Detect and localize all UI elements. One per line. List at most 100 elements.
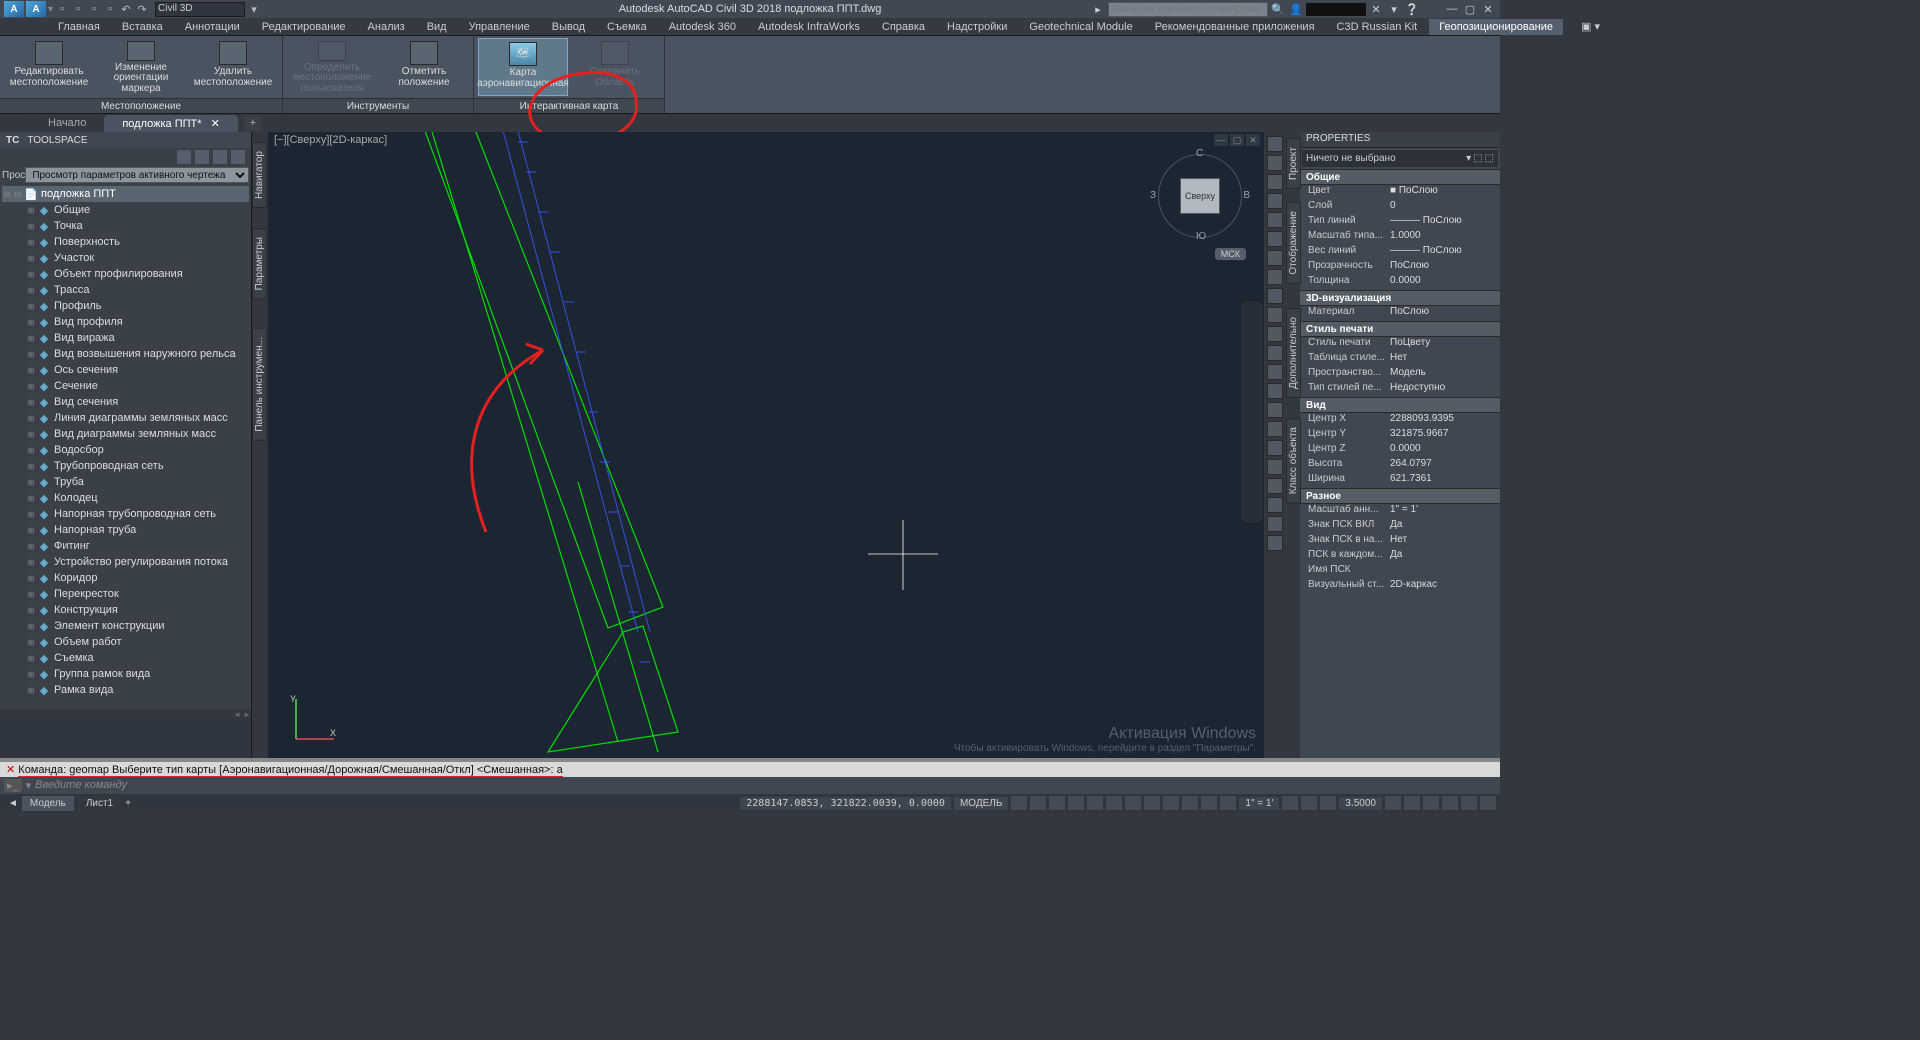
rt-icon[interactable]	[1267, 155, 1283, 171]
side-tab-navigator[interactable]: Навигатор	[252, 142, 267, 208]
ribbon-button[interactable]: 🗺Карта аэронавигационная	[478, 38, 568, 96]
prop-value[interactable]: 621.7361	[1386, 473, 1500, 488]
tree-item[interactable]: ⊞◆Линия диаграммы земляных масс	[2, 410, 249, 426]
prop-section-header[interactable]: 3D-визуализация	[1300, 290, 1500, 306]
rt-icon[interactable]	[1267, 364, 1283, 380]
viewcube[interactable]: Сверху С Ю В З	[1156, 150, 1246, 240]
prop-row[interactable]: Вес линий——— ПоСлою	[1300, 245, 1500, 260]
open-icon[interactable]: ▫	[71, 2, 85, 16]
sb-btn[interactable]	[1461, 796, 1477, 810]
prop-row[interactable]: Тип стилей пе...Недоступно	[1300, 382, 1500, 397]
tree-item[interactable]: ⊞◆Рамка вида	[2, 682, 249, 698]
rt-icon[interactable]	[1267, 136, 1283, 152]
tree-item[interactable]: ⊞◆Колодец	[2, 490, 249, 506]
ribbon-tab[interactable]: Вывод	[542, 19, 595, 35]
sb-btn[interactable]	[1049, 796, 1065, 810]
prop-value[interactable]: 1" = 1'	[1386, 504, 1500, 519]
prop-value[interactable]: 1.0000	[1386, 230, 1500, 245]
prop-value[interactable]: 0.0000	[1386, 443, 1500, 458]
tree-item[interactable]: ⊞◆Водосбор	[2, 442, 249, 458]
prop-value[interactable]: ПоСлою	[1386, 260, 1500, 275]
ribbon-minimize[interactable]: ▣ ▾	[1571, 18, 1610, 35]
command-input-row[interactable]: ▸_ ▾ Введите команду	[0, 777, 1500, 794]
tree-item[interactable]: ⊞◆Ось сечения	[2, 362, 249, 378]
tree-item[interactable]: ⊞◆Трасса	[2, 282, 249, 298]
new-icon[interactable]: ▫	[55, 2, 69, 16]
tree-item[interactable]: ⊞◆Элемент конструкции	[2, 618, 249, 634]
sb-scale[interactable]: 1" = 1'	[1239, 797, 1279, 810]
prop-value[interactable]: ■ ПоСлою	[1386, 185, 1500, 200]
sb-btn[interactable]	[1106, 796, 1122, 810]
search-icon[interactable]: 🔍	[1270, 2, 1286, 16]
tree-item[interactable]: ⊞◆Вид виража	[2, 330, 249, 346]
ribbon-tab[interactable]: Geotechnical Module	[1019, 19, 1142, 35]
tree-item[interactable]: ⊞◆Объект профилирования	[2, 266, 249, 282]
ribbon-tab[interactable]: Вставка	[112, 19, 173, 35]
signin-name[interactable]	[1306, 3, 1366, 16]
maximize-icon[interactable]: ▢	[1462, 2, 1478, 16]
rt-icon[interactable]	[1267, 193, 1283, 209]
qat-more-icon[interactable]: ▾	[247, 2, 261, 16]
sb-btn[interactable]	[1423, 796, 1439, 810]
sb-btn[interactable]	[1385, 796, 1401, 810]
rt-icon[interactable]	[1267, 174, 1283, 190]
ribbon-button[interactable]: Изменение ориентации маркера	[96, 38, 186, 96]
sb-btn[interactable]	[1125, 796, 1141, 810]
rt-icon[interactable]	[1267, 307, 1283, 323]
viewcube-south[interactable]: Ю	[1196, 231, 1206, 242]
prop-tab-class[interactable]: Класс объекта	[1286, 418, 1301, 503]
prop-row[interactable]: Знак ПСК ВКЛДа	[1300, 519, 1500, 534]
prop-row[interactable]: Слой0	[1300, 200, 1500, 215]
rt-icon[interactable]	[1267, 497, 1283, 513]
prop-row[interactable]: Центр X2288093.9395	[1300, 413, 1500, 428]
layout-tab[interactable]: Лист1	[78, 796, 121, 811]
prop-row[interactable]: Цвет■ ПоСлою	[1300, 185, 1500, 200]
tree-item[interactable]: ⊞◆Вид сечения	[2, 394, 249, 410]
rt-icon[interactable]	[1267, 516, 1283, 532]
tree-item[interactable]: ⊞◆Коридор	[2, 570, 249, 586]
tree-item[interactable]: ⊞◆Съемка	[2, 650, 249, 666]
document-tab[interactable]: подложка ППТ* ✕	[104, 115, 237, 132]
prop-value[interactable]: ——— ПоСлою	[1386, 245, 1500, 260]
minimize-icon[interactable]: —	[1444, 2, 1460, 16]
sb-customize-icon[interactable]	[1480, 796, 1496, 810]
sb-btn[interactable]	[1404, 796, 1420, 810]
rt-icon[interactable]	[1267, 345, 1283, 361]
model-tab[interactable]: Модель	[22, 796, 74, 811]
prop-tab-display[interactable]: Отображение	[1286, 202, 1301, 284]
prop-value[interactable]: Нет	[1386, 352, 1500, 367]
exchange-icon[interactable]: ✕	[1368, 2, 1384, 16]
app-menu-arrow[interactable]: ▾	[48, 4, 53, 15]
prop-value[interactable]: 0	[1386, 200, 1500, 215]
sb-btn[interactable]	[1320, 796, 1336, 810]
sb-btn[interactable]	[1144, 796, 1160, 810]
layout-prev-icon[interactable]: ◄	[8, 798, 18, 809]
ribbon-button[interactable]: Отметить положение	[379, 38, 469, 96]
viewcube-north[interactable]: С	[1196, 148, 1203, 159]
prop-tab-project[interactable]: Проект	[1286, 138, 1301, 189]
prop-row[interactable]: Центр Z0.0000	[1300, 443, 1500, 458]
tree-item[interactable]: ⊞◆Вид диаграммы земляных масс	[2, 426, 249, 442]
help-icon[interactable]: ▾	[1386, 2, 1402, 16]
ribbon-tab[interactable]: Редактирование	[252, 19, 356, 35]
ribbon-tab[interactable]: Анализ	[358, 19, 415, 35]
ribbon-tab[interactable]: Надстройки	[937, 19, 1017, 35]
tree-item[interactable]: ⊞◆Труба	[2, 474, 249, 490]
tree-item[interactable]: ⊞◆Напорная труба	[2, 522, 249, 538]
save-icon[interactable]: ▫	[87, 2, 101, 16]
prop-row[interactable]: Имя ПСК	[1300, 564, 1500, 579]
print-icon[interactable]: ▫	[103, 2, 117, 16]
ribbon-button[interactable]: Удалить местоположение	[188, 38, 278, 96]
tree-item[interactable]: ⊞◆Точка	[2, 218, 249, 234]
workspace-selector[interactable]: Civil 3D	[155, 2, 245, 17]
prop-value[interactable]	[1386, 564, 1500, 579]
properties-selection[interactable]: Ничего не выбрано ▾⬚⬚	[1302, 150, 1498, 167]
prop-row[interactable]: МатериалПоСлою	[1300, 306, 1500, 321]
layout-add-icon[interactable]: +	[125, 798, 131, 809]
close-icon[interactable]: ✕	[1480, 2, 1496, 16]
ribbon-tab[interactable]: Главная	[48, 19, 110, 35]
prop-row[interactable]: Центр Y321875.9667	[1300, 428, 1500, 443]
tree-item[interactable]: ⊞◆Объем работ	[2, 634, 249, 650]
sb-decimal[interactable]: 3.5000	[1339, 797, 1382, 810]
prop-value[interactable]: Да	[1386, 549, 1500, 564]
